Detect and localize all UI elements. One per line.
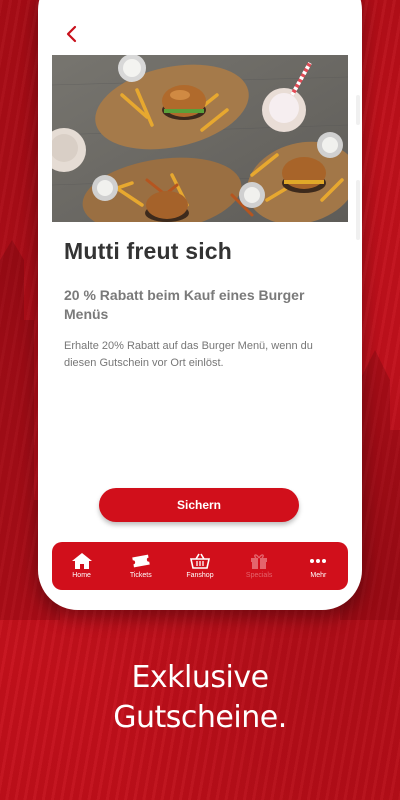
- nav-item-fanshop[interactable]: Fanshop: [175, 553, 225, 579]
- offer-subtitle: 20 % Rabatt beim Kauf eines Burger Menüs: [64, 287, 305, 322]
- page-title: Mutti freut sich: [64, 238, 233, 264]
- burger-1: [162, 85, 206, 120]
- app-screen: Mutti freut sich 20 % Rabatt beim Kauf e…: [52, 0, 348, 596]
- bottom-navigation: Home Tickets Fanshop Specials Mehr: [52, 542, 348, 590]
- nav-label-tickets: Tickets: [129, 572, 152, 579]
- nav-label-home: Home: [72, 572, 91, 579]
- burger-3: [282, 157, 326, 193]
- nav-item-tickets[interactable]: Tickets: [116, 553, 166, 579]
- burger-menu-image: [52, 55, 348, 222]
- burger-2: [145, 191, 189, 222]
- nav-item-home[interactable]: Home: [57, 553, 107, 579]
- more-dots-icon: [310, 559, 327, 563]
- nav-label-fanshop: Fanshop: [186, 572, 214, 579]
- basket-icon: [189, 553, 210, 569]
- ticket-icon: [132, 554, 150, 568]
- chevron-left-icon: [66, 25, 77, 43]
- offer-description: Erhalte 20% Rabatt auf das Burger Menü, …: [64, 340, 313, 369]
- nav-item-specials[interactable]: Specials: [234, 553, 284, 579]
- burger-photo: [52, 55, 348, 222]
- home-icon: [71, 553, 92, 569]
- nav-label-specials: Specials: [245, 572, 273, 579]
- phone-volume-button: [356, 95, 360, 125]
- nav-label-more: Mehr: [310, 572, 327, 579]
- back-button[interactable]: [62, 24, 82, 44]
- phone-side-button: [356, 180, 360, 240]
- gift-icon: [251, 554, 268, 569]
- promo-headline-line1: Exklusive: [131, 660, 269, 695]
- nav-item-more[interactable]: Mehr: [293, 553, 343, 579]
- promo-headline-line2: Gutscheine.: [113, 700, 287, 735]
- secure-voucher-button[interactable]: Sichern: [99, 488, 299, 522]
